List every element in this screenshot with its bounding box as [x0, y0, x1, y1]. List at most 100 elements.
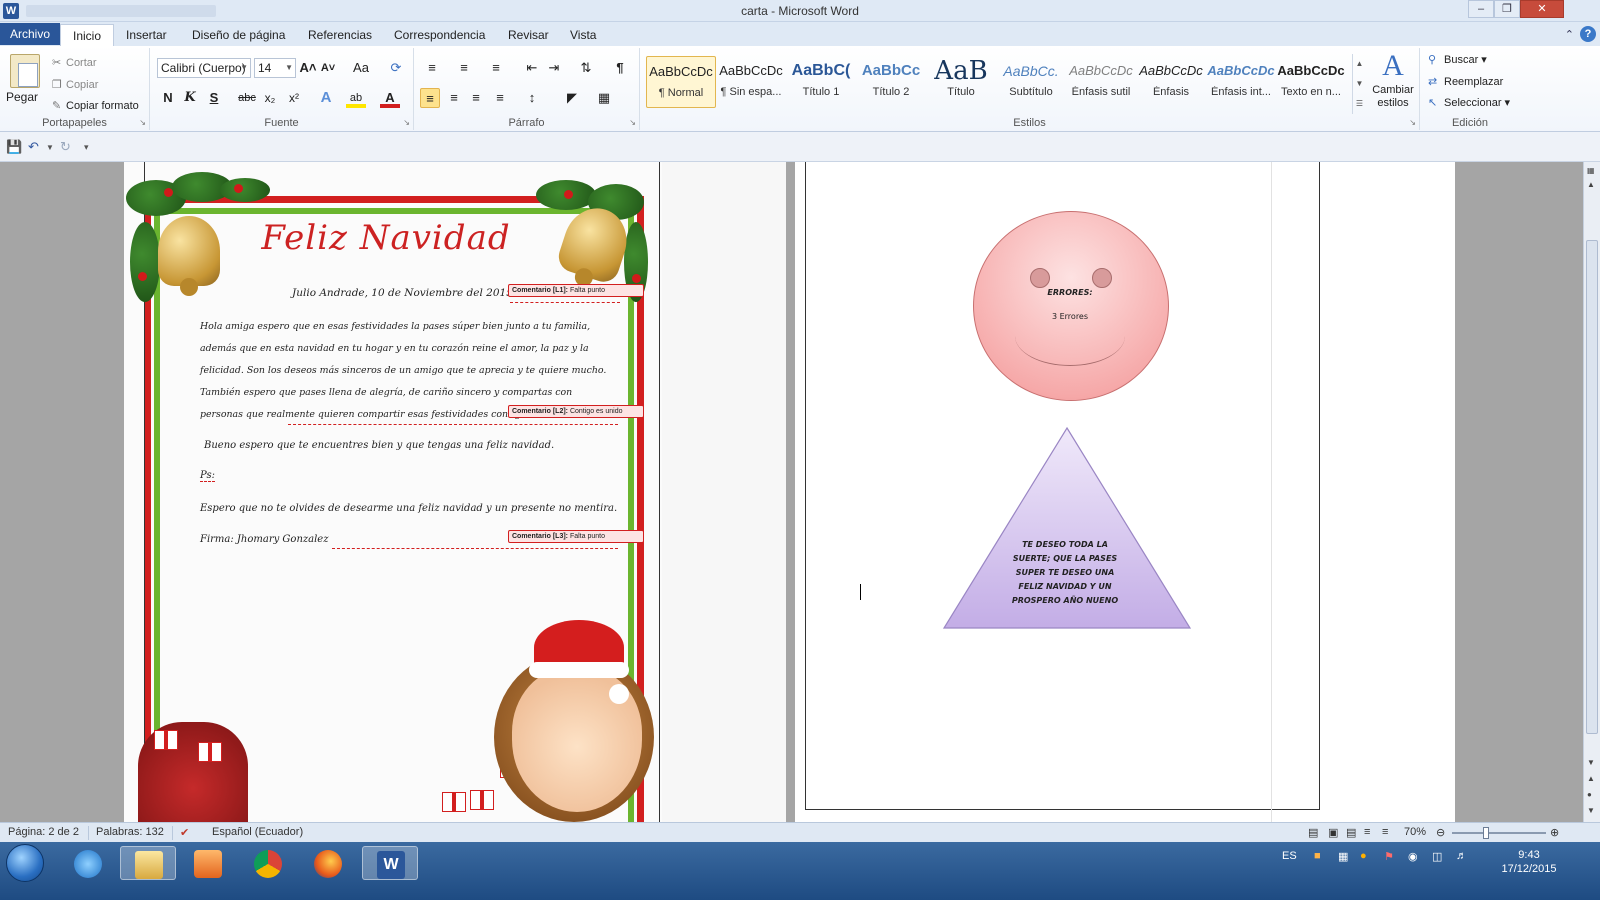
decrease-indent-icon[interactable]: ⇤ — [522, 58, 542, 78]
tray-app-icon[interactable]: ■ — [1314, 850, 1321, 862]
comment-balloon-3[interactable]: Comentario [L3]: Falta punto — [508, 530, 644, 543]
word-count[interactable]: Palabras: 132 — [96, 826, 164, 838]
scroll-up-icon[interactable]: ▲ — [1587, 180, 1595, 189]
align-left-icon[interactable]: ≡ — [420, 88, 440, 108]
chevron-down-icon[interactable]: ▼ — [46, 143, 54, 152]
view-web-icon[interactable]: ▤ — [1346, 826, 1356, 839]
tab-archivo[interactable]: Archivo — [0, 23, 61, 45]
style-sin-espaciado[interactable]: AaBbCcDc ¶ Sin espa... — [716, 56, 786, 108]
style-texto-en-negrita[interactable]: AaBbCcDc Texto en n... — [1276, 56, 1346, 108]
style-subtitulo[interactable]: AaBbCc. Subtítulo — [996, 56, 1066, 108]
previous-page-icon[interactable]: ▲ — [1587, 774, 1595, 783]
find-button[interactable]: ⚲ Buscar ▾ — [1428, 53, 1487, 66]
comment-balloon-2[interactable]: Comentario [L2]: Contigo es unido — [508, 405, 644, 418]
taskbar-media-player[interactable] — [180, 846, 236, 880]
zoom-slider-thumb[interactable] — [1483, 827, 1489, 839]
style-enfasis[interactable]: AaBbCcDc Énfasis — [1136, 56, 1206, 108]
paste-button[interactable]: Pegar — [6, 90, 38, 104]
paste-icon[interactable] — [10, 54, 40, 88]
taskbar-firefox[interactable] — [300, 846, 356, 880]
document-area[interactable]: Feliz Navidad Julio Andrade, 10 de Novie… — [0, 162, 1583, 822]
text-effects-icon[interactable]: A — [316, 88, 336, 108]
grow-font-button[interactable]: A˄ — [298, 58, 318, 78]
borders-icon[interactable]: ▦ — [594, 88, 614, 108]
subscript-button[interactable]: x₂ — [260, 88, 280, 108]
page-count[interactable]: Página: 2 de 2 — [8, 826, 79, 838]
view-outline-icon[interactable]: ≡ — [1364, 826, 1370, 838]
italic-button[interactable]: K — [180, 88, 200, 108]
tab-vista[interactable]: Vista — [558, 24, 608, 46]
taskbar-chrome[interactable] — [240, 846, 296, 880]
bullets-icon[interactable]: ≡ — [422, 58, 442, 78]
tray-flag-icon[interactable]: ⚑ — [1384, 850, 1394, 863]
underline-button[interactable]: S — [204, 88, 224, 108]
scrollbar-thumb[interactable] — [1586, 240, 1598, 734]
zoom-level[interactable]: 70% — [1404, 826, 1426, 838]
customize-qat-icon[interactable]: ▾ — [84, 142, 89, 153]
dialog-launcher-icon[interactable]: ↘ — [629, 118, 636, 127]
tab-inicio[interactable]: Inicio — [60, 24, 115, 46]
smiley-face-shape[interactable] — [973, 211, 1169, 401]
view-reading-icon[interactable]: ▣ — [1328, 826, 1338, 839]
undo-icon[interactable]: ↶ — [28, 139, 39, 155]
styles-gallery-scroll[interactable]: ▲ ▼ ☰ — [1352, 54, 1366, 114]
redo-icon[interactable]: ↻ — [60, 139, 71, 155]
view-draft-icon[interactable]: ≡ — [1382, 826, 1388, 838]
clear-format-icon[interactable]: ⟳ — [386, 58, 406, 78]
style-titulo-1[interactable]: AaBbC(Título 1 — [786, 56, 856, 108]
format-painter-button[interactable]: ✎ Copiar formato — [52, 99, 139, 112]
zoom-in-icon[interactable]: ⊕ — [1550, 826, 1559, 839]
tray-avast-icon[interactable]: ● — [1360, 850, 1367, 862]
change-case-button[interactable]: Aa — [348, 58, 374, 78]
ruler-toggle-icon[interactable]: ▦ — [1587, 166, 1595, 175]
select-button[interactable]: ↖ Seleccionar ▾ — [1428, 96, 1510, 109]
minimize-button[interactable]: – — [1468, 0, 1494, 18]
start-button[interactable] — [6, 844, 44, 882]
tray-updates-icon[interactable]: ◉ — [1408, 850, 1418, 863]
zoom-out-icon[interactable]: ⊖ — [1436, 826, 1445, 839]
shrink-font-button[interactable]: A˅ — [318, 58, 338, 78]
superscript-button[interactable]: x² — [284, 88, 304, 108]
align-right-icon[interactable]: ≡ — [466, 88, 486, 108]
system-clock[interactable]: 9:43 17/12/2015 — [1484, 848, 1574, 876]
view-print-layout-icon[interactable]: ▤ — [1308, 826, 1318, 839]
numbering-icon[interactable]: ≡ — [454, 58, 474, 78]
bold-button[interactable]: N — [158, 88, 178, 108]
input-language[interactable]: ES — [1282, 850, 1297, 862]
line-spacing-icon[interactable]: ↕ — [522, 88, 542, 108]
highlight-icon[interactable]: ab — [346, 88, 366, 108]
strikethrough-button[interactable]: abc — [234, 88, 260, 108]
taskbar-ie[interactable] — [60, 846, 116, 880]
cut-button[interactable]: ✂ Cortar — [52, 56, 97, 69]
tab-correspondencia[interactable]: Correspondencia — [382, 24, 497, 46]
dialog-launcher-icon[interactable]: ↘ — [403, 118, 410, 127]
tab-diseno[interactable]: Diseño de página — [180, 24, 297, 46]
increase-indent-icon[interactable]: ⇥ — [544, 58, 564, 78]
sort-icon[interactable]: ⇅ — [576, 58, 596, 78]
style-titulo-2[interactable]: AaBbCc Título 2 — [856, 56, 926, 108]
scroll-down-icon[interactable]: ▼ — [1587, 758, 1595, 767]
justify-icon[interactable]: ≡ — [490, 88, 510, 108]
maximize-button[interactable]: ❐ — [1494, 0, 1520, 18]
align-center-icon[interactable]: ≡ — [444, 88, 464, 108]
tray-display-icon[interactable]: ◫ — [1432, 850, 1442, 863]
font-color-icon[interactable]: A — [380, 88, 400, 108]
volume-icon[interactable]: ♬ — [1456, 850, 1467, 862]
style-enfasis-sutil[interactable]: AaBbCcDc Énfasis sutil — [1066, 56, 1136, 108]
font-size-combo[interactable]: 14 ▼ — [254, 58, 296, 78]
font-name-combo[interactable]: Calibri (Cuerpo) ▼ — [157, 58, 251, 78]
copy-button[interactable]: ❐ Copiar — [52, 78, 98, 91]
dialog-launcher-icon[interactable]: ↘ — [139, 118, 146, 127]
language-indicator[interactable]: Español (Ecuador) — [212, 826, 303, 838]
replace-button[interactable]: ⇄ Reemplazar — [1428, 75, 1503, 88]
show-marks-button[interactable]: ¶ — [610, 58, 630, 78]
taskbar-word[interactable]: W — [362, 846, 418, 880]
help-icon[interactable]: ? — [1580, 26, 1596, 42]
style-normal[interactable]: AaBbCcDc ¶ Normal — [646, 56, 716, 108]
save-icon[interactable]: 💾 — [6, 139, 22, 155]
style-enfasis-intenso[interactable]: AaBbCcDc Énfasis int... — [1206, 56, 1276, 108]
change-styles-button[interactable]: A Cambiar estilos — [1368, 48, 1418, 130]
close-button[interactable]: ✕ — [1520, 0, 1564, 18]
collapse-ribbon-icon[interactable]: ⌃ — [1565, 28, 1574, 41]
proofing-icon[interactable]: ✔ — [180, 826, 189, 839]
